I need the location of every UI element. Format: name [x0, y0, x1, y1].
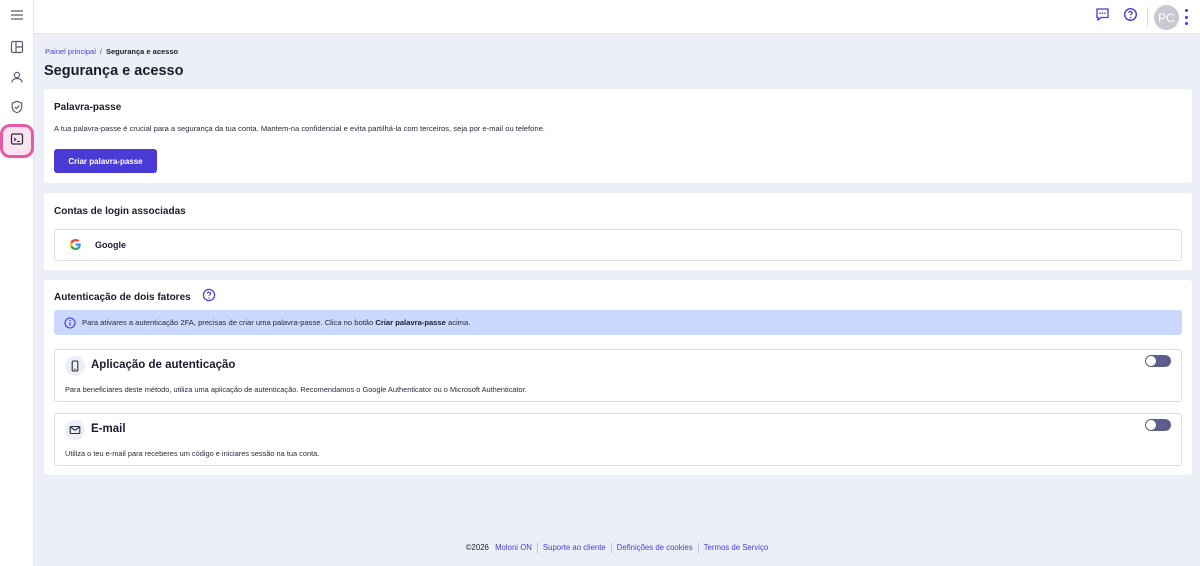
- footer-link-moloni[interactable]: Moloni ON: [495, 543, 532, 552]
- info-text-suffix: acima.: [445, 318, 471, 327]
- breadcrumb: Painel principal / Segurança e acesso: [45, 47, 178, 56]
- more-menu-button[interactable]: [1182, 9, 1190, 25]
- breadcrumb-home-link[interactable]: Painel principal: [45, 47, 96, 56]
- page-title: Segurança e acesso: [44, 63, 184, 79]
- method-email-description: Utiliza o teu e-mail para receberes um c…: [65, 449, 320, 458]
- kebab-icon: [1184, 9, 1188, 25]
- sidebar: [0, 0, 34, 566]
- breadcrumb-separator: /: [99, 47, 102, 56]
- help-icon[interactable]: [202, 288, 216, 302]
- footer-link-cookies[interactable]: Definições de cookies: [617, 543, 693, 552]
- linked-account-google[interactable]: Google: [54, 229, 1182, 261]
- email-toggle[interactable]: [1145, 419, 1171, 431]
- user-icon: [10, 70, 24, 89]
- linked-accounts-title: Contas de login associadas: [54, 206, 186, 217]
- info-text-prefix: Para ativares a autenticação 2FA, precis…: [82, 318, 376, 327]
- footer-link-support[interactable]: Suporte ao cliente: [543, 543, 606, 552]
- two-factor-title: Autenticação de dois fatores: [54, 292, 191, 303]
- create-password-button[interactable]: Criar palavra-passe: [54, 149, 157, 173]
- avatar-initials: PC: [1158, 10, 1175, 25]
- toggle-knob: [1146, 420, 1156, 430]
- password-card: Palavra-passe A tua palavra-passe é cruc…: [44, 89, 1192, 183]
- top-bar: PC: [34, 0, 1200, 34]
- menu-button[interactable]: [4, 4, 30, 30]
- google-icon: [69, 238, 82, 254]
- shield-icon: [10, 100, 24, 119]
- sidebar-item-profile[interactable]: [4, 66, 30, 92]
- linked-accounts-card: Contas de login associadas Google: [44, 193, 1192, 270]
- chat-button[interactable]: [1093, 8, 1111, 26]
- google-label: Google: [95, 240, 126, 250]
- footer-link-terms[interactable]: Termos de Serviço: [704, 543, 769, 552]
- dashboard-icon: [10, 40, 24, 59]
- breadcrumb-current: Segurança e acesso: [105, 47, 179, 56]
- terminal-icon: [10, 132, 24, 151]
- password-title: Palavra-passe: [54, 102, 122, 113]
- mail-icon: [65, 420, 85, 440]
- authenticator-toggle[interactable]: [1145, 355, 1171, 367]
- info-text: Para ativares a autenticação 2FA, precis…: [82, 318, 470, 327]
- avatar[interactable]: PC: [1154, 5, 1179, 30]
- toggle-knob: [1146, 356, 1156, 366]
- method-authenticator-app: Aplicação de autenticação Para beneficia…: [54, 349, 1182, 402]
- chat-icon: [1095, 7, 1110, 27]
- method-authenticator-title: Aplicação de autenticação: [91, 359, 236, 371]
- sidebar-item-dashboard[interactable]: [4, 36, 30, 62]
- help-button[interactable]: [1121, 7, 1139, 27]
- topbar-divider: [1147, 7, 1148, 27]
- sidebar-item-security[interactable]: [4, 96, 30, 122]
- password-description: A tua palavra-passe é crucial para a seg…: [54, 124, 545, 133]
- info-banner: Para ativares a autenticação 2FA, precis…: [54, 310, 1182, 335]
- footer-separator: [697, 543, 699, 553]
- method-email-title: E-mail: [91, 423, 126, 435]
- footer-separator: [536, 543, 538, 553]
- two-factor-card: Autenticação de dois fatores Para ativar…: [44, 280, 1192, 475]
- smartphone-icon: [65, 356, 85, 376]
- footer: ©2026 Moloni ON Suporte ao cliente Definiç…: [34, 543, 1200, 553]
- info-text-bold: Criar palavra-passe: [375, 318, 446, 327]
- info-icon: [64, 316, 76, 329]
- sidebar-item-sessions[interactable]: [3, 127, 31, 155]
- footer-copyright: ©2026: [465, 543, 489, 553]
- footer-separator: [610, 543, 612, 553]
- method-authenticator-description: Para beneficiares deste método, utiliza …: [65, 385, 527, 394]
- hamburger-icon: [10, 8, 24, 26]
- method-email: E-mail Utiliza o teu e-mail para receber…: [54, 413, 1182, 466]
- help-icon: [1123, 7, 1138, 27]
